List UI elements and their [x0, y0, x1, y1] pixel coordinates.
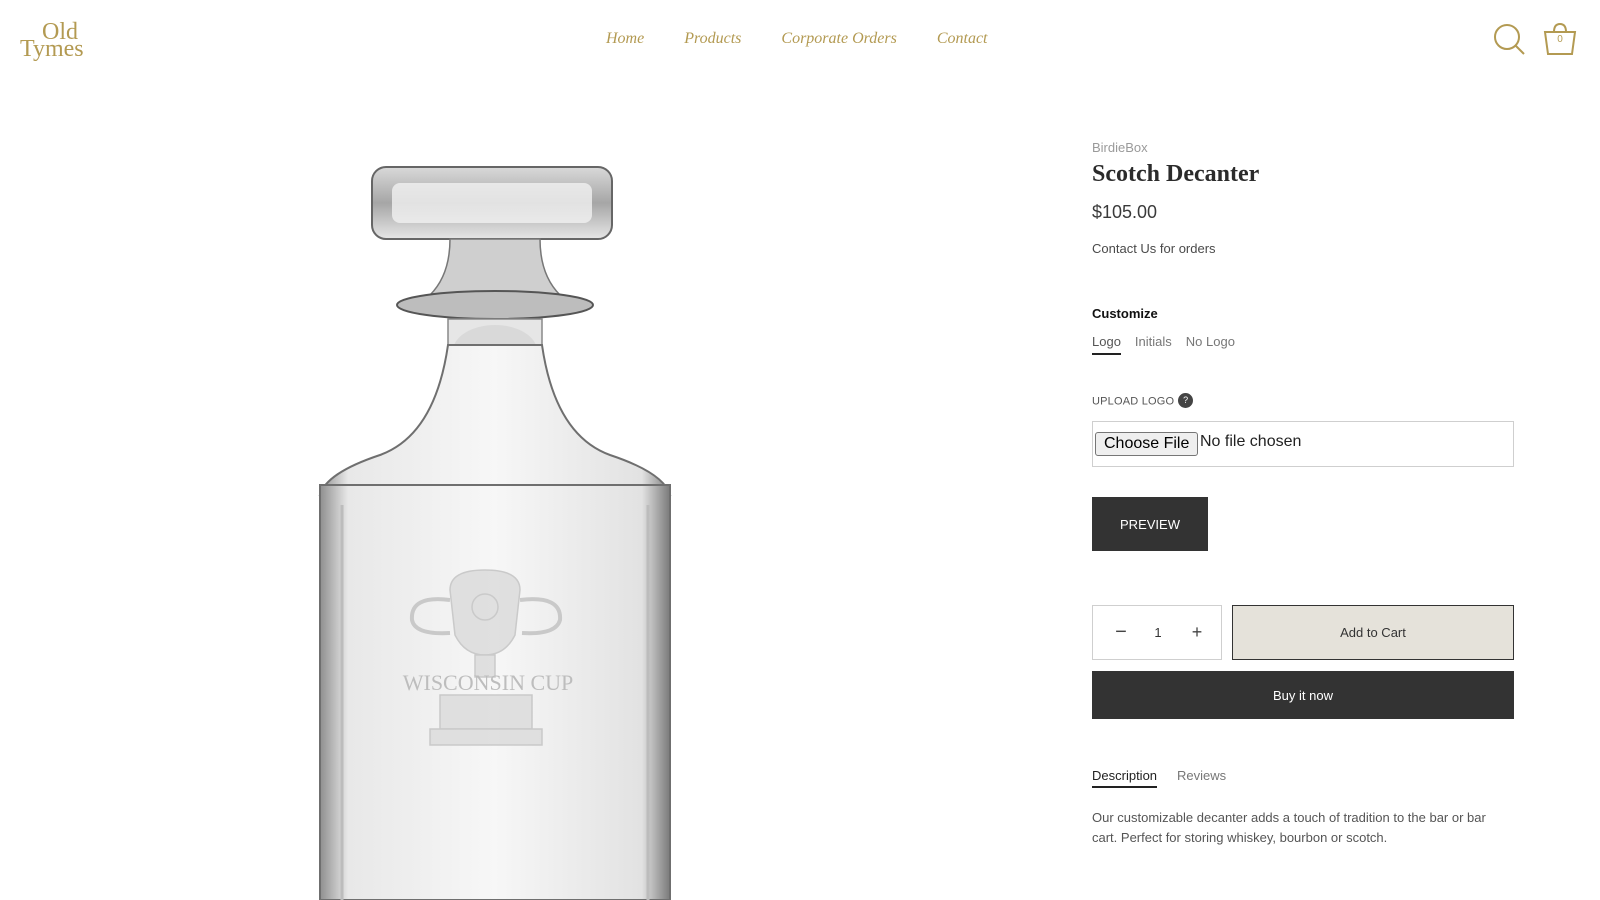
- help-icon[interactable]: ?: [1178, 393, 1194, 408]
- customize-label: Customize: [1092, 306, 1158, 321]
- product-tabs: Description Reviews: [1092, 768, 1226, 788]
- nav-products[interactable]: Products: [684, 30, 741, 48]
- search-icon[interactable]: [1492, 22, 1528, 58]
- cart-count: 0: [1557, 34, 1563, 45]
- choose-file-button[interactable]: Choose File: [1095, 432, 1199, 456]
- option-logo[interactable]: Logo: [1092, 334, 1121, 355]
- engraving-text: WISCONSIN CUP: [403, 670, 574, 695]
- logo-line-2: Tymes: [20, 36, 84, 62]
- product-description: Our customizable decanter adds a touch o…: [1092, 810, 1486, 845]
- tab-description[interactable]: Description: [1092, 768, 1158, 788]
- file-status: No file chosen: [1200, 433, 1302, 450]
- tab-reviews[interactable]: Reviews: [1177, 768, 1226, 788]
- site-logo[interactable]: Old Tymes: [20, 20, 84, 64]
- nav-corporate-orders[interactable]: Corporate Orders: [781, 30, 896, 48]
- cart-icon[interactable]: 0: [1542, 22, 1578, 58]
- site-header: Old Tymes Home Products Corporate Orders…: [0, 0, 1600, 82]
- nav-contact[interactable]: Contact: [937, 30, 988, 48]
- main-nav: Home Products Corporate Orders Contact: [606, 30, 988, 48]
- upload-logo-text: UPLOAD LOGO: [1092, 395, 1175, 408]
- file-upload-field[interactable]: Choose File No file chosen: [1092, 421, 1514, 467]
- product-image[interactable]: WISCONSIN CUP: [300, 155, 700, 900]
- quantity-stepper: − 1 +: [1092, 605, 1222, 660]
- quantity-value[interactable]: 1: [1148, 625, 1168, 640]
- product-price: $105.00: [1092, 202, 1158, 222]
- product-title: Scotch Decanter: [1092, 161, 1260, 187]
- option-no-logo[interactable]: No Logo: [1186, 334, 1235, 355]
- customize-options: Logo Initials No Logo: [1092, 334, 1235, 355]
- product-vendor[interactable]: BirdieBox: [1092, 140, 1148, 155]
- option-initials[interactable]: Initials: [1135, 334, 1172, 355]
- add-to-cart-button[interactable]: Add to Cart: [1232, 605, 1514, 660]
- nav-home[interactable]: Home: [606, 30, 644, 48]
- minus-icon[interactable]: −: [1111, 620, 1131, 644]
- buy-now-button[interactable]: Buy it now: [1092, 671, 1514, 719]
- preview-button[interactable]: PREVIEW: [1092, 497, 1208, 551]
- upload-logo-label: UPLOAD LOGO?: [1092, 393, 1194, 409]
- contact-note: Contact Us for orders: [1092, 241, 1216, 256]
- plus-icon[interactable]: +: [1187, 620, 1207, 644]
